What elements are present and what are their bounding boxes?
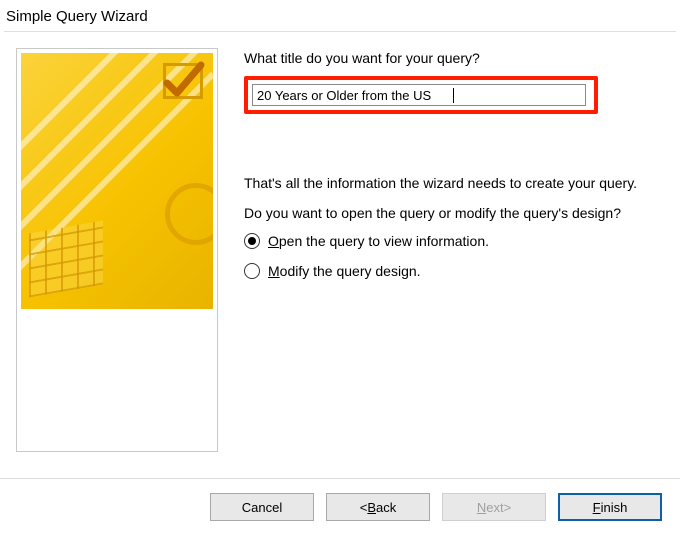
back-arrow: < — [360, 500, 368, 515]
title-prompt-label: What title do you want for your query? — [244, 50, 670, 66]
query-title-input[interactable] — [252, 84, 586, 106]
back-button[interactable]: < Back — [326, 493, 430, 521]
dialog-title: Simple Query Wizard — [0, 0, 680, 31]
option-modify-label: Modify the query design. — [268, 263, 421, 279]
option-modify-row[interactable]: Modify the query design. — [244, 263, 670, 279]
next-arrow: > — [504, 500, 512, 515]
dialog-button-row: Cancel < Back Next > Finish — [0, 478, 680, 521]
option-open-label: Open the query to view information. — [268, 233, 489, 249]
wizard-art-panel — [16, 48, 218, 452]
checkmark-icon — [161, 59, 205, 103]
text-caret — [453, 88, 454, 103]
dialog-content: What title do you want for your query? T… — [0, 32, 680, 452]
finish-button[interactable]: Finish — [558, 493, 662, 521]
info-text-1: That's all the information the wizard ne… — [244, 174, 664, 194]
radio-modify[interactable] — [244, 263, 260, 279]
cancel-button[interactable]: Cancel — [210, 493, 314, 521]
next-button: Next > — [442, 493, 546, 521]
wizard-right-pane: What title do you want for your query? T… — [218, 48, 674, 452]
radio-open[interactable] — [244, 233, 260, 249]
wizard-art-icon — [21, 53, 213, 309]
simple-query-wizard-dialog: Simple Query Wizard What title do you w — [0, 0, 680, 534]
option-open-row[interactable]: Open the query to view information. — [244, 233, 670, 249]
info-text-2: Do you want to open the query or modify … — [244, 204, 664, 224]
title-input-highlight — [244, 76, 598, 114]
